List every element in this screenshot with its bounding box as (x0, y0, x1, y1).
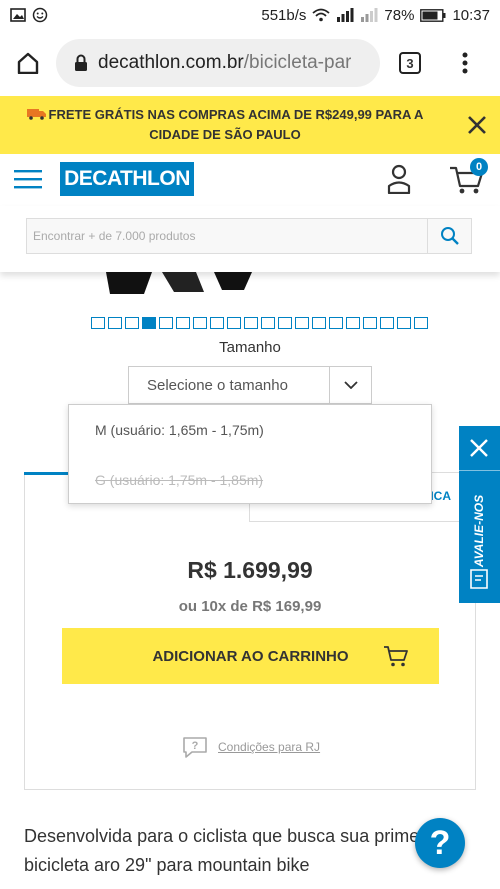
gallery-dot[interactable] (312, 317, 326, 329)
address-bar[interactable]: decathlon.com.br/bicicleta-par (56, 39, 380, 87)
status-bar: 551b/s 78% 10:37 (0, 0, 500, 30)
search-icon (440, 227, 459, 245)
site-header: DECATHLON (0, 154, 500, 206)
gallery-dot[interactable] (142, 317, 156, 329)
size-select-arrow[interactable] (329, 367, 371, 403)
chevron-down-icon (343, 381, 358, 389)
url-text: decathlon.com.br/bicicleta-par (98, 52, 351, 74)
search-button[interactable] (427, 219, 471, 253)
tabs-button[interactable]: 3 (380, 30, 440, 96)
promo-banner: FRETE GRÁTIS NAS COMPRAS ACIMA DE R$249,… (0, 96, 500, 154)
size-option[interactable]: M (usuário: 1,65m - 1,75m) (69, 405, 431, 455)
gallery-dot[interactable] (346, 317, 360, 329)
gallery-dot[interactable] (397, 317, 411, 329)
svg-text:?: ? (192, 740, 199, 752)
installment-price: ou 10x de R$ 169,99 (178, 598, 322, 615)
url-path: /bicicleta-par (243, 52, 352, 73)
conditions-link[interactable]: Condições para RJ (218, 740, 320, 754)
browser-toolbar: decathlon.com.br/bicicleta-par 3 (0, 30, 500, 96)
search-row (0, 206, 500, 272)
gallery-dot[interactable] (227, 317, 241, 329)
review-tab-label: AVALIE-NOS (472, 494, 487, 568)
cart-count-badge: 0 (470, 158, 488, 176)
signal-icon (337, 8, 354, 22)
gallery-dot[interactable] (414, 317, 428, 329)
tab-count: 3 (399, 52, 421, 74)
gallery-dot[interactable] (91, 317, 105, 329)
conditions-row: ? Condições para RJ (182, 736, 320, 758)
gallery-dot[interactable] (125, 317, 139, 329)
network-speed: 551b/s (261, 6, 307, 24)
truck-icon (26, 109, 46, 120)
gallery-dot[interactable] (380, 317, 394, 329)
battery-icon (420, 8, 446, 22)
wifi-icon (312, 8, 331, 22)
question-chat-icon: ? (183, 737, 207, 758)
size-label: Tamanho (219, 339, 281, 356)
gallery-pagination (91, 317, 428, 329)
home-icon (17, 52, 39, 74)
gallery-dot[interactable] (278, 317, 292, 329)
screen: 551b/s 78% 10:37 decathlon.com.br/bicicl… (0, 0, 500, 889)
close-icon[interactable] (469, 438, 489, 458)
signal-weak-icon (361, 8, 378, 22)
more-vertical-icon (462, 52, 468, 74)
gallery-dot[interactable] (193, 317, 207, 329)
gallery-dot[interactable] (244, 317, 258, 329)
image-notification-icon (10, 8, 26, 22)
gallery-dot[interactable] (159, 317, 173, 329)
url-domain: decathlon.com.br (98, 52, 244, 73)
feedback-icon (470, 569, 488, 589)
lock-icon (75, 54, 87, 71)
search-input[interactable] (27, 219, 417, 253)
cart-icon (384, 646, 408, 667)
size-option: G (usuário: 1,75m - 1,85m) (95, 472, 264, 488)
gallery-dot[interactable] (363, 317, 377, 329)
clock: 10:37 (452, 6, 490, 24)
browser-menu-button[interactable] (440, 30, 490, 96)
promo-text: FRETE GRÁTIS NAS COMPRAS ACIMA DE R$249,… (0, 105, 440, 145)
review-side-tab[interactable]: AVALIE-NOS (459, 426, 500, 603)
hamburger-menu-icon[interactable] (14, 168, 42, 190)
review-tab-text: AVALIE-NOS (464, 486, 494, 576)
promo-message: FRETE GRÁTIS NAS COMPRAS ACIMA DE R$249,… (48, 107, 424, 142)
product-price: R$ 1.699,99 (187, 557, 313, 583)
search-box (26, 218, 472, 254)
size-select[interactable]: Selecione o tamanho (128, 366, 372, 404)
gallery-dot[interactable] (295, 317, 309, 329)
emoji-notification-icon (32, 7, 48, 23)
add-to-cart-button[interactable]: ADICIONAR AO CARRINHO (62, 628, 439, 684)
product-image (106, 272, 252, 294)
divider (459, 470, 500, 471)
gallery-dot[interactable] (210, 317, 224, 329)
gallery-dot[interactable] (329, 317, 343, 329)
home-button[interactable] (0, 30, 56, 96)
add-to-cart-label: ADICIONAR AO CARRINHO (152, 647, 349, 665)
gallery-dot[interactable] (261, 317, 275, 329)
help-button[interactable]: ? (415, 818, 465, 868)
tab-right-label: ICA (430, 489, 451, 503)
gallery-dot[interactable] (108, 317, 122, 329)
size-dropdown-menu: M (usuário: 1,65m - 1,75m) G (usuário: 1,… (68, 404, 432, 504)
gallery-dot[interactable] (176, 317, 190, 329)
close-icon[interactable] (466, 114, 488, 136)
battery-percent: 78% (384, 6, 415, 24)
size-select-placeholder: Selecione o tamanho (147, 376, 288, 394)
user-icon[interactable] (386, 164, 412, 194)
active-tab-indicator (24, 472, 70, 475)
decathlon-logo[interactable]: DECATHLON (60, 162, 194, 196)
